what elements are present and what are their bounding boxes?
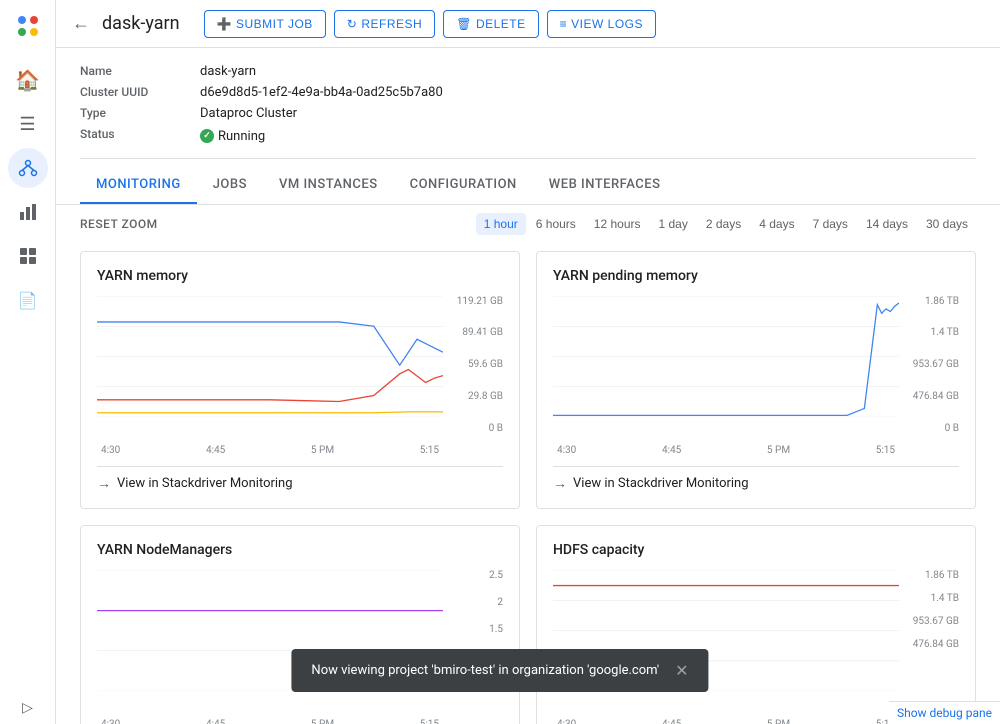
status-badge: Running xyxy=(200,129,265,144)
meta-label-type: Type xyxy=(80,106,200,120)
arrow-right-icon: → xyxy=(97,475,111,492)
meta-row-type: Type Dataproc Cluster xyxy=(80,106,976,121)
meta-label-name: Name xyxy=(80,64,200,78)
yarn-nodemanagers-chart: YARN NodeManagers 2.5 2 1.5 xyxy=(80,525,520,724)
meta-label-uuid: Cluster UUID xyxy=(80,85,200,99)
toast-close-button[interactable]: ✕ xyxy=(675,661,688,680)
sidebar-item-cluster[interactable] xyxy=(8,148,48,188)
toast-notification: Now viewing project 'bmiro-test' in orga… xyxy=(291,649,708,692)
tab-configuration[interactable]: CONFIGURATION xyxy=(394,167,533,204)
sidebar-expand-button[interactable]: ▷ xyxy=(22,700,33,716)
sidebar-item-grid[interactable] xyxy=(8,236,48,276)
yarn-pending-memory-chart: YARN pending memory 1.86 TB 1.4 TB 953.6… xyxy=(536,251,976,509)
sidebar-item-home[interactable]: 🏠 xyxy=(8,60,48,100)
refresh-button[interactable]: ↻ REFRESH xyxy=(334,10,435,38)
sidebar: 🏠 ☰ 📄 ▷ xyxy=(0,0,56,724)
hdfs-x-labels: 4:30 4:45 5 PM 5:15 xyxy=(553,719,899,724)
time-btn-30days[interactable]: 30 days xyxy=(918,213,976,235)
meta-row-name: Name dask-yarn xyxy=(80,64,976,79)
yarn-memory-area: 119.21 GB 89.41 GB 59.6 GB 29.8 GB 0 B xyxy=(97,296,503,456)
tabs-bar: MONITORING JOBS VM INSTANCES CONFIGURATI… xyxy=(56,167,1000,205)
view-logs-button[interactable]: ≡ VIEW LOGS xyxy=(547,10,656,38)
meta-value-type: Dataproc Cluster xyxy=(200,106,297,121)
hdfs-y-labels: 1.86 TB 1.4 TB 953.67 GB 476.84 GB xyxy=(899,570,959,710)
yarn-pending-stackdriver-link[interactable]: → View in Stackdriver Monitoring xyxy=(553,466,959,492)
submit-job-button[interactable]: ➕ SUBMIT JOB xyxy=(204,10,326,38)
yarn-memory-y-labels: 119.21 GB 89.41 GB 59.6 GB 29.8 GB 0 B xyxy=(443,296,503,436)
yarn-memory-title: YARN memory xyxy=(97,268,503,284)
arrow-right-icon-2: → xyxy=(553,475,567,492)
yarn-memory-svg xyxy=(97,296,443,417)
time-btn-2days[interactable]: 2 days xyxy=(698,213,749,235)
yarn-pending-svg xyxy=(553,296,899,417)
meta-divider xyxy=(80,158,976,159)
yarn-pending-x-labels: 4:30 4:45 5 PM 5:15 xyxy=(553,445,899,456)
time-btn-4days[interactable]: 4 days xyxy=(751,213,802,235)
hdfs-capacity-chart: HDFS capacity 1.86 TB 1.4 TB 953.67 GB 4… xyxy=(536,525,976,724)
yarn-memory-stackdriver-link[interactable]: → View in Stackdriver Monitoring xyxy=(97,466,503,492)
yarn-nodemanagers-title: YARN NodeManagers xyxy=(97,542,503,558)
monitoring-toolbar: RESET ZOOM 1 hour 6 hours 12 hours 1 day… xyxy=(56,205,1000,243)
sidebar-item-list[interactable]: ☰ xyxy=(8,104,48,144)
yarn-memory-x-labels: 4:30 4:45 5 PM 5:15 xyxy=(97,445,443,456)
yarn-pending-memory-area: 1.86 TB 1.4 TB 953.67 GB 476.84 GB 0 B xyxy=(553,296,959,456)
meta-value-uuid: d6e9d8d5-1ef2-4e9a-bb4a-0ad25c5b7a80 xyxy=(200,85,443,100)
sidebar-item-chart[interactable] xyxy=(8,192,48,232)
time-btn-1hour[interactable]: 1 hour xyxy=(476,213,526,235)
hdfs-capacity-title: HDFS capacity xyxy=(553,542,959,558)
time-btn-14days[interactable]: 14 days xyxy=(858,213,916,235)
view-logs-icon: ≡ xyxy=(560,17,568,31)
time-range-selector: 1 hour 6 hours 12 hours 1 day 2 days 4 d… xyxy=(476,213,976,235)
submit-job-icon: ➕ xyxy=(217,17,232,31)
meta-value-name: dask-yarn xyxy=(200,64,256,79)
page-title: dask-yarn xyxy=(102,13,180,34)
toast-message: Now viewing project 'bmiro-test' in orga… xyxy=(311,663,659,678)
status-running-icon xyxy=(200,129,214,143)
content-area: Name dask-yarn Cluster UUID d6e9d8d5-1ef… xyxy=(56,48,1000,724)
back-button[interactable]: ← xyxy=(72,13,90,34)
yarn-nm-x-labels: 4:30 4:45 5 PM 5:15 xyxy=(97,719,443,724)
time-btn-12hours[interactable]: 12 hours xyxy=(586,213,649,235)
yarn-nodemanagers-area: 2.5 2 1.5 4:30 4:45 xyxy=(97,570,503,724)
tab-jobs[interactable]: JOBS xyxy=(197,167,263,204)
sidebar-item-doc[interactable]: 📄 xyxy=(8,280,48,320)
yarn-pending-memory-title: YARN pending memory xyxy=(553,268,959,284)
delete-icon: 🗑 xyxy=(456,17,472,31)
metadata-section: Name dask-yarn Cluster UUID d6e9d8d5-1ef… xyxy=(56,48,1000,158)
yarn-pending-y-labels: 1.86 TB 1.4 TB 953.67 GB 476.84 GB 0 B xyxy=(899,296,959,436)
refresh-icon: ↻ xyxy=(347,17,358,31)
meta-row-uuid: Cluster UUID d6e9d8d5-1ef2-4e9a-bb4a-0ad… xyxy=(80,85,976,100)
time-btn-7days[interactable]: 7 days xyxy=(805,213,856,235)
time-btn-1day[interactable]: 1 day xyxy=(651,213,696,235)
meta-label-status: Status xyxy=(80,127,200,141)
status-value: Running xyxy=(218,129,265,144)
reset-zoom-button[interactable]: RESET ZOOM xyxy=(80,217,158,231)
app-logo[interactable] xyxy=(10,8,46,44)
show-debug-panel-button[interactable]: Show debug pane xyxy=(889,701,1000,724)
tab-monitoring[interactable]: MONITORING xyxy=(80,167,197,204)
yarn-memory-chart: YARN memory 119.21 GB 89.41 GB 59.6 GB 2… xyxy=(80,251,520,509)
tab-web-interfaces[interactable]: WEB INTERFACES xyxy=(533,167,677,204)
time-btn-6hours[interactable]: 6 hours xyxy=(528,213,584,235)
main-wrapper: ← dask-yarn ➕ SUBMIT JOB ↻ REFRESH 🗑 DEL… xyxy=(56,0,1000,724)
meta-row-status: Status Running xyxy=(80,127,976,144)
tab-vm-instances[interactable]: VM INSTANCES xyxy=(263,167,394,204)
delete-button[interactable]: 🗑 DELETE xyxy=(443,10,538,38)
topbar: ← dask-yarn ➕ SUBMIT JOB ↻ REFRESH 🗑 DEL… xyxy=(56,0,1000,48)
